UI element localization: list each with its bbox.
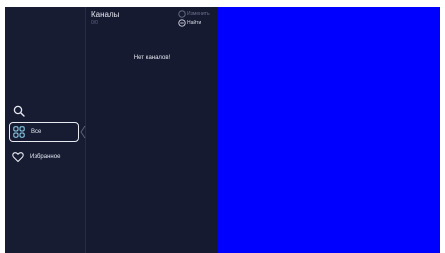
sidebar: Все Избранное	[5, 7, 86, 253]
edit-button[interactable]: Изменить	[178, 10, 210, 18]
find-button[interactable]: Найти	[178, 19, 201, 27]
sidebar-item-label: Все	[31, 129, 42, 135]
video-preview[interactable]	[218, 7, 440, 253]
page-title: Каналы	[91, 10, 120, 19]
find-label: Найти	[187, 20, 202, 26]
minus-circle-icon	[178, 19, 186, 27]
heart-icon	[12, 152, 24, 163]
channel-list-panel: Каналы 0/0 Изменить Найти Нет каналов!	[86, 7, 218, 253]
search-icon[interactable]	[13, 105, 25, 117]
circle-icon	[178, 10, 186, 18]
channel-count: 0/0	[91, 20, 98, 26]
grid-icon	[13, 126, 25, 138]
sidebar-item-label: Избранное	[30, 154, 61, 160]
empty-message: Нет каналов!	[133, 55, 171, 61]
tv-screen: Все Избранное Каналы 0/0 Изменить Найти …	[5, 7, 440, 253]
sidebar-item-all[interactable]: Все	[9, 122, 79, 142]
edit-label: Изменить	[187, 11, 210, 17]
sidebar-item-favorites[interactable]: Избранное	[9, 147, 79, 167]
